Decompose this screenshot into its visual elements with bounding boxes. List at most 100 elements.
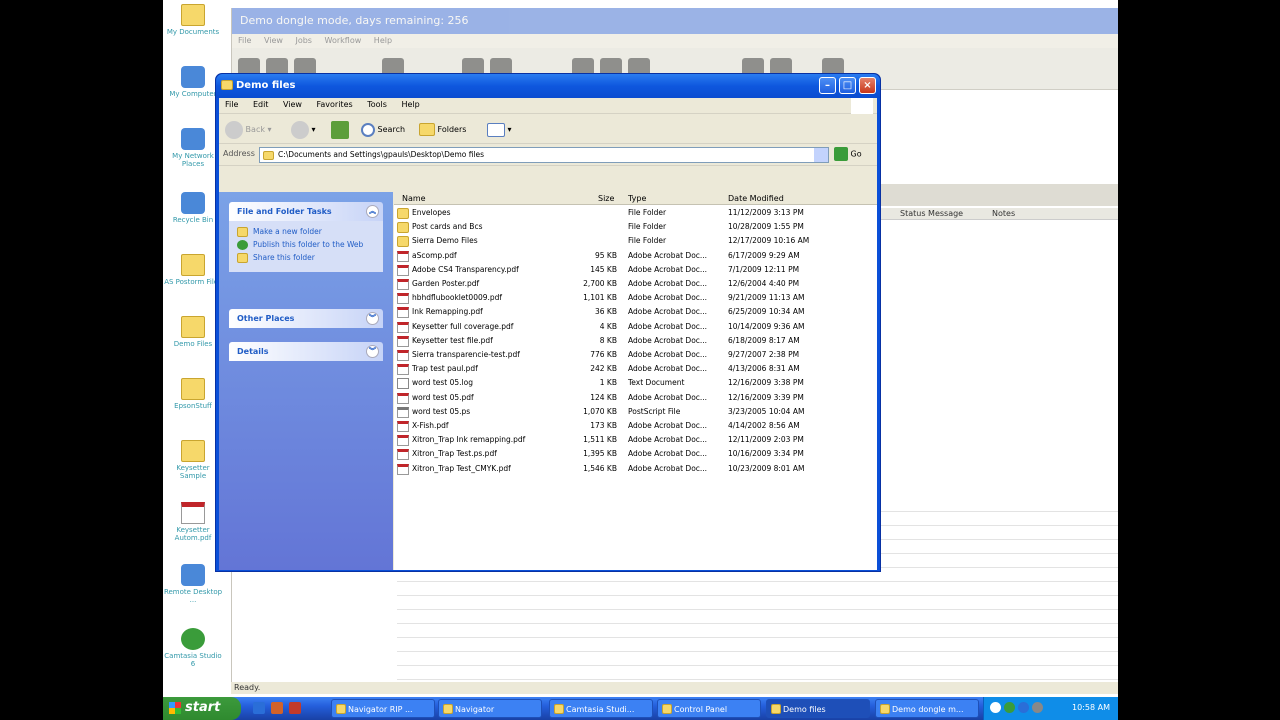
file-row[interactable]: X-Fish.pdf 173 KB Adobe Acrobat Doc... 4/14… [394,419,877,433]
close-button[interactable]: × [859,77,876,94]
collapse-chevron-icon[interactable]: ︽ [366,205,379,218]
menu-favorites[interactable]: Favorites [317,100,353,109]
file-row[interactable]: Keysetter full coverage.pdf 4 KB Adobe Acr… [394,320,877,334]
taskbar: start Navigator RIP ... Navigator Camtasia… [163,697,1118,720]
desktop-icon[interactable]: Keysetter Sample [163,440,223,480]
taskbar-task[interactable]: Demo files [766,699,870,718]
start-button[interactable]: start [163,697,241,720]
file-row[interactable]: Sierra transparencie-test.pdf 776 KB Adobe… [394,348,877,362]
bg-menu-view[interactable]: View [264,36,283,45]
expand-chevron-icon[interactable]: ︾ [366,345,379,358]
volume-tray-icon[interactable] [1018,702,1029,713]
file-row[interactable]: word test 05.pdf 124 KB Adobe Acrobat Doc.… [394,391,877,405]
file-type: File Folder [628,236,667,246]
bg-menu-file[interactable]: File [238,36,251,45]
taskbar-task[interactable]: Demo dongle m... [875,699,979,718]
taskbar-task[interactable]: Control Panel [657,699,761,718]
address-input[interactable]: C:\Documents and Settings\gpauls\Desktop… [259,147,829,163]
address-dropdown-button[interactable] [814,148,828,162]
file-row[interactable]: Adobe CS4 Transparency.pdf 145 KB Adobe Ac… [394,263,877,277]
menu-view[interactable]: View [283,100,302,109]
maximize-button[interactable]: □ [839,77,856,94]
folder-icon [181,378,205,400]
file-row[interactable]: Envelopes File Folder 11/12/2009 3:13 PM [394,206,877,220]
file-folder-tasks-header[interactable]: File and Folder Tasks ︽ [229,202,383,221]
file-row[interactable]: Xitron_Trap Ink remapping.pdf 1,511 KB Ado… [394,433,877,447]
bg-menu-workflow[interactable]: Workflow [325,36,362,45]
file-date: 10/23/2009 8:01 AM [728,463,805,473]
taskbar-task[interactable]: Navigator [438,699,542,718]
tray-icon[interactable] [1032,702,1043,713]
file-row[interactable]: hbhdflubooklet0009.pdf 1,101 KB Adobe Acro… [394,291,877,305]
desktop-icon[interactable]: My Documents [163,4,223,36]
file-name: word test 05.ps [412,406,471,416]
desktop-icon[interactable]: My Computer [163,66,223,98]
background-app-title[interactable]: Demo dongle mode, days remaining: 256 [232,8,1118,34]
col-size[interactable]: Size [598,194,614,203]
search-button[interactable]: Search [361,120,405,140]
app-quicklaunch-icon[interactable] [289,702,301,714]
background-search-bar[interactable] [872,184,1118,206]
menu-tools[interactable]: Tools [367,100,387,109]
folders-button[interactable]: Folders [419,120,466,140]
other-places-header[interactable]: Other Places ︾ [229,309,383,328]
bg-menu-jobs[interactable]: Jobs [295,36,312,45]
file-row[interactable]: Sierra Demo Files File Folder 12/17/2009 1… [394,234,877,248]
menu-edit[interactable]: Edit [253,100,269,109]
views-button[interactable]: ▾ [487,120,512,140]
desktop-icon[interactable]: Keysetter Autom.pdf [163,502,223,542]
grid-col-status[interactable]: Status Message [900,209,963,218]
taskbar-task[interactable]: Navigator RIP ... [331,699,435,718]
col-name[interactable]: Name [402,194,426,203]
desktop-icon[interactable]: Demo Files [163,316,223,348]
desktop-icon[interactable]: Camtasia Studio 6 [163,628,223,668]
taskbar-task[interactable]: Camtasia Studi... [549,699,653,718]
col-date-modified[interactable]: Date Modified [728,194,784,203]
desktop-icon[interactable]: Recycle Bin [163,192,223,224]
grid-col-notes[interactable]: Notes [992,209,1015,218]
desktop-icon[interactable]: Remote Desktop ... [163,564,223,604]
go-button[interactable]: Go [834,147,862,161]
file-row[interactable]: Garden Poster.pdf 2,700 KB Adobe Acrobat D… [394,277,877,291]
file-name: word test 05.pdf [412,392,474,402]
file-name: word test 05.log [412,378,473,388]
ie-icon[interactable] [253,702,265,714]
bg-menu-help[interactable]: Help [374,36,392,45]
menu-file[interactable]: File [225,100,238,109]
desktop-icon-label: Recycle Bin [172,216,214,224]
minimize-button[interactable]: – [819,77,836,94]
media-icon[interactable] [271,702,283,714]
desktop-icon[interactable]: EpsonStuff [163,378,223,410]
task-share-folder[interactable]: Share this folder [237,253,375,263]
file-row[interactable]: Post cards and Bcs File Folder 10/28/2009 … [394,220,877,234]
up-folder-button[interactable] [331,120,349,140]
task-app-icon [880,704,890,714]
forward-button[interactable]: ▾ [291,120,316,140]
menu-help[interactable]: Help [401,100,419,109]
file-type: Adobe Acrobat Doc... [628,264,708,274]
file-row[interactable]: aScomp.pdf 95 KB Adobe Acrobat Doc... 6/17/… [394,249,877,263]
expand-chevron-icon[interactable]: ︾ [366,312,379,325]
file-date: 3/23/2005 10:04 AM [728,406,805,416]
file-row[interactable]: Keysetter test file.pdf 8 KB Adobe Acrobat… [394,334,877,348]
back-button[interactable]: Back ▾ [225,120,272,140]
file-date: 7/1/2009 12:11 PM [728,264,800,274]
file-row[interactable]: Trap test paul.pdf 242 KB Adobe Acrobat Do… [394,362,877,376]
task-publish-web[interactable]: Publish this folder to the Web [237,240,375,250]
desktop-icon[interactable]: My Network Places [163,128,223,168]
explorer-window[interactable]: Demo files – □ × File Edit View Favorite… [215,73,881,572]
network-tray-icon[interactable] [1004,702,1015,713]
window-titlebar[interactable]: Demo files – □ × [216,74,880,98]
desktop-icon-label: EpsonStuff [174,402,212,410]
tray-icon[interactable] [990,702,1001,713]
file-row[interactable]: Ink Remapping.pdf 36 KB Adobe Acrobat Doc.… [394,305,877,319]
file-row[interactable]: Xitron_Trap Test.ps.pdf 1,395 KB Adobe Acr… [394,447,877,461]
details-header[interactable]: Details ︾ [229,342,383,361]
pdf-icon [397,264,409,276]
task-make-new-folder[interactable]: Make a new folder [237,227,375,237]
desktop-icon[interactable]: AS Postorm Files [163,254,223,286]
file-row[interactable]: Xitron_Trap Test_CMYK.pdf 1,546 KB Adobe A… [394,462,877,476]
file-row[interactable]: word test 05.log 1 KB Text Document 12/16/2… [394,376,877,390]
col-type[interactable]: Type [628,194,646,203]
file-row[interactable]: word test 05.ps 1,070 KB PostScript File 3/… [394,405,877,419]
